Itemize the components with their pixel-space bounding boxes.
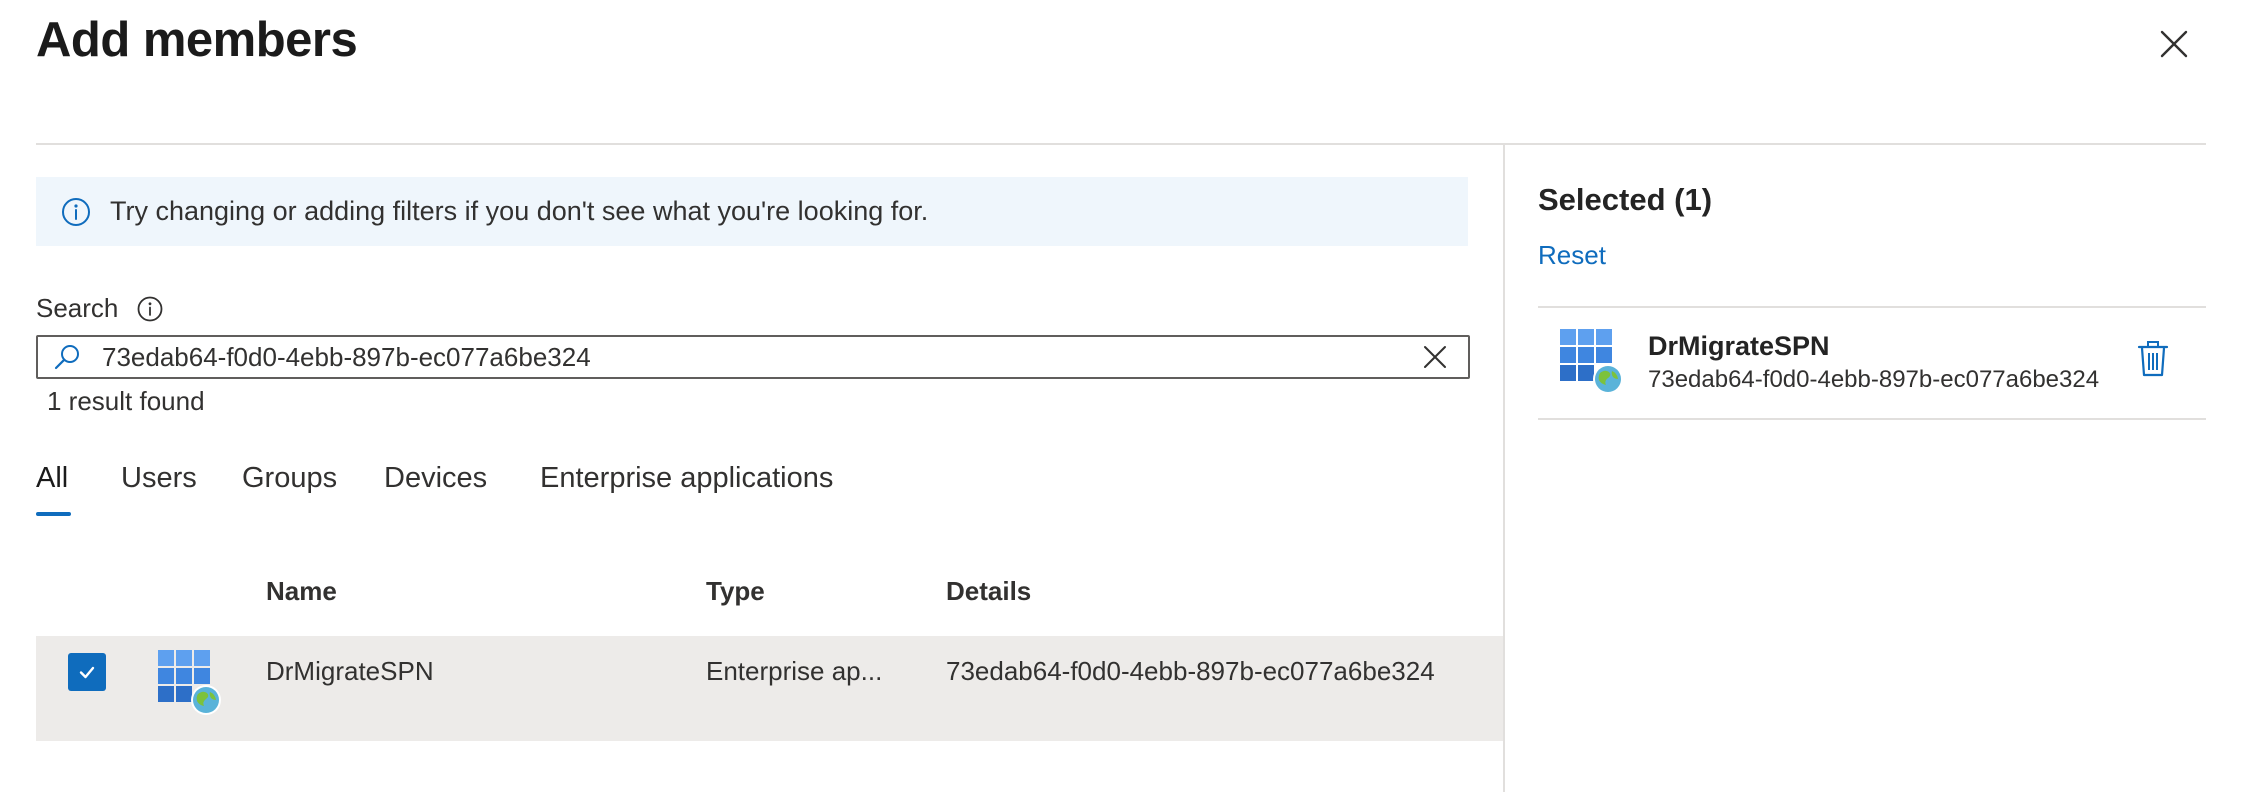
clear-icon [1424,346,1446,368]
add-members-panel: Add members Try changing or adding filte… [0,0,2252,792]
header-divider [36,143,2206,145]
tab-devices[interactable]: Devices [384,462,487,495]
row-checkbox[interactable] [68,653,106,691]
active-tab-indicator [36,512,71,516]
pane-divider [1503,145,1505,792]
checkmark-icon [79,666,95,679]
info-banner-text: Try changing or adding filters if you do… [110,196,929,226]
clear-search-button[interactable] [1420,342,1450,372]
reset-link[interactable]: Reset [1538,240,1606,271]
search-info-icon[interactable] [136,295,164,323]
table-row[interactable]: DrMigrateSPN Enterprise ap... 73edab64-f… [36,636,1503,741]
result-count: 1 result found [47,386,205,416]
search-label: Search [36,293,119,323]
panel-title: Add members [36,13,358,67]
tab-groups[interactable]: Groups [242,462,337,495]
info-icon [62,197,90,226]
search-icon [54,345,79,370]
column-header-name: Name [266,576,337,606]
search-label-row: Search [36,293,164,324]
column-header-type: Type [706,576,765,606]
column-header-details: Details [946,576,1032,606]
selected-divider-top [1538,306,2206,308]
search-input[interactable] [102,337,1420,377]
tab-users[interactable]: Users [121,462,197,495]
selected-divider-bottom [1538,418,2206,420]
row-details: 73edab64-f0d0-4ebb-897b-ec077a6be324 [946,656,1435,686]
enterprise-app-icon [1560,329,1623,394]
row-type: Enterprise ap... [706,656,883,686]
close-icon [2160,30,2188,58]
selected-item-name: DrMigrateSPN [1648,331,1830,361]
search-box [36,335,1470,379]
tab-enterprise-applications[interactable]: Enterprise applications [540,462,833,495]
remove-selected-button[interactable] [2136,340,2170,378]
close-button[interactable] [2156,26,2192,62]
row-name: DrMigrateSPN [266,656,434,686]
tab-all[interactable]: All [36,462,68,495]
selected-item-id: 73edab64-f0d0-4ebb-897b-ec077a6be324 [1648,366,2100,393]
selected-title: Selected (1) [1538,182,1713,217]
enterprise-app-icon [158,650,221,715]
info-banner: Try changing or adding filters if you do… [36,177,1468,246]
trash-icon [2137,341,2169,377]
